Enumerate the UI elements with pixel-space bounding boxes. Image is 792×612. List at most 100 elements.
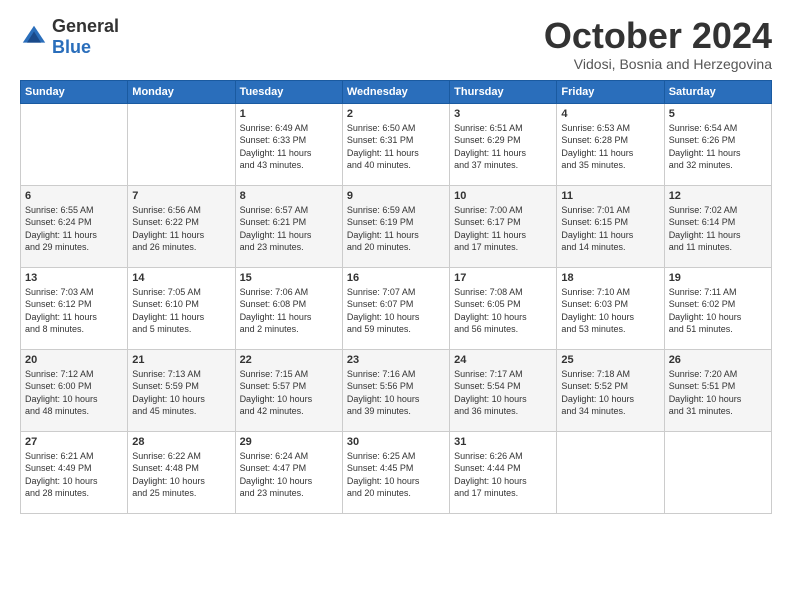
calendar-cell: 27Sunrise: 6:21 AM Sunset: 4:49 PM Dayli… — [21, 431, 128, 513]
day-number: 4 — [561, 108, 659, 120]
calendar-cell — [21, 103, 128, 185]
calendar-cell: 6 Sunrise: 6:55 AM Sunset: 6:24 PM Daylig… — [21, 185, 128, 267]
day-number: 7 — [132, 190, 230, 202]
day-info: Sunrise: 6:25 AM Sunset: 4:45 PM Dayligh… — [347, 450, 445, 500]
day-info: Sunrise: 7:12 AM Sunset: 6:00 PM Dayligh… — [25, 368, 123, 418]
day-info: Sunrise: 7:02 AM Sunset: 6:14 PM Dayligh… — [669, 204, 767, 254]
day-info: Sunrise: 6:59 AM Sunset: 6:19 PM Dayligh… — [347, 204, 445, 254]
day-number: 12 — [669, 190, 767, 202]
day-number: 5 — [669, 108, 767, 120]
calendar-cell: 29Sunrise: 6:24 AM Sunset: 4:47 PM Dayli… — [235, 431, 342, 513]
calendar-cell: 1 Sunrise: 6:49 AM Sunset: 6:33 PM Daylig… — [235, 103, 342, 185]
day-number: 28 — [132, 436, 230, 448]
logo-blue: Blue — [52, 37, 91, 57]
calendar-cell: 13Sunrise: 7:03 AM Sunset: 6:12 PM Dayli… — [21, 267, 128, 349]
day-info: Sunrise: 6:55 AM Sunset: 6:24 PM Dayligh… — [25, 204, 123, 254]
day-number: 26 — [669, 354, 767, 366]
day-number: 6 — [25, 190, 123, 202]
day-info: Sunrise: 7:05 AM Sunset: 6:10 PM Dayligh… — [132, 286, 230, 336]
calendar-cell: 8 Sunrise: 6:57 AM Sunset: 6:21 PM Daylig… — [235, 185, 342, 267]
day-number: 31 — [454, 436, 552, 448]
day-info: Sunrise: 6:49 AM Sunset: 6:33 PM Dayligh… — [240, 122, 338, 172]
day-number: 30 — [347, 436, 445, 448]
day-number: 21 — [132, 354, 230, 366]
day-number: 17 — [454, 272, 552, 284]
calendar-cell: 25Sunrise: 7:18 AM Sunset: 5:52 PM Dayli… — [557, 349, 664, 431]
calendar-cell: 5Sunrise: 6:54 AM Sunset: 6:26 PM Daylig… — [664, 103, 771, 185]
day-info: Sunrise: 7:20 AM Sunset: 5:51 PM Dayligh… — [669, 368, 767, 418]
calendar-cell: 18Sunrise: 7:10 AM Sunset: 6:03 PM Dayli… — [557, 267, 664, 349]
day-number: 13 — [25, 272, 123, 284]
logo-icon — [20, 23, 48, 51]
day-info: Sunrise: 6:56 AM Sunset: 6:22 PM Dayligh… — [132, 204, 230, 254]
col-tuesday: Tuesday — [235, 80, 342, 103]
logo-general: General — [52, 16, 119, 36]
calendar-cell: 3 Sunrise: 6:51 AM Sunset: 6:29 PM Daylig… — [450, 103, 557, 185]
calendar-cell: 16 Sunrise: 7:07 AM Sunset: 6:07 PM Dayli… — [342, 267, 449, 349]
day-number: 16 — [347, 272, 445, 284]
calendar-cell: 4 Sunrise: 6:53 AM Sunset: 6:28 PM Daylig… — [557, 103, 664, 185]
day-info: Sunrise: 6:22 AM Sunset: 4:48 PM Dayligh… — [132, 450, 230, 500]
calendar-cell — [664, 431, 771, 513]
day-info: Sunrise: 6:50 AM Sunset: 6:31 PM Dayligh… — [347, 122, 445, 172]
day-info: Sunrise: 7:15 AM Sunset: 5:57 PM Dayligh… — [240, 368, 338, 418]
day-info: Sunrise: 7:07 AM Sunset: 6:07 PM Dayligh… — [347, 286, 445, 336]
month-title: October 2024 — [544, 16, 772, 56]
calendar-cell: 23Sunrise: 7:16 AM Sunset: 5:56 PM Dayli… — [342, 349, 449, 431]
day-number: 22 — [240, 354, 338, 366]
day-info: Sunrise: 6:53 AM Sunset: 6:28 PM Dayligh… — [561, 122, 659, 172]
calendar-cell: 19 Sunrise: 7:11 AM Sunset: 6:02 PM Dayli… — [664, 267, 771, 349]
calendar-table: Sunday Monday Tuesday Wednesday Thursday… — [20, 80, 772, 514]
week-row-0: 1 Sunrise: 6:49 AM Sunset: 6:33 PM Daylig… — [21, 103, 772, 185]
calendar-cell: 21 Sunrise: 7:13 AM Sunset: 5:59 PM Dayli… — [128, 349, 235, 431]
day-info: Sunrise: 7:00 AM Sunset: 6:17 PM Dayligh… — [454, 204, 552, 254]
page: General Blue October 2024 Vidosi, Bosnia… — [0, 0, 792, 612]
day-number: 14 — [132, 272, 230, 284]
header: General Blue October 2024 Vidosi, Bosnia… — [20, 16, 772, 72]
col-friday: Friday — [557, 80, 664, 103]
calendar-cell: 14 Sunrise: 7:05 AM Sunset: 6:10 PM Dayli… — [128, 267, 235, 349]
day-info: Sunrise: 6:51 AM Sunset: 6:29 PM Dayligh… — [454, 122, 552, 172]
day-info: Sunrise: 6:57 AM Sunset: 6:21 PM Dayligh… — [240, 204, 338, 254]
day-number: 15 — [240, 272, 338, 284]
calendar-cell: 22 Sunrise: 7:15 AM Sunset: 5:57 PM Dayli… — [235, 349, 342, 431]
day-number: 3 — [454, 108, 552, 120]
calendar-cell: 9 Sunrise: 6:59 AM Sunset: 6:19 PM Daylig… — [342, 185, 449, 267]
col-monday: Monday — [128, 80, 235, 103]
week-row-4: 27Sunrise: 6:21 AM Sunset: 4:49 PM Dayli… — [21, 431, 772, 513]
calendar-cell: 30 Sunrise: 6:25 AM Sunset: 4:45 PM Dayli… — [342, 431, 449, 513]
calendar-cell: 28 Sunrise: 6:22 AM Sunset: 4:48 PM Dayli… — [128, 431, 235, 513]
day-number: 9 — [347, 190, 445, 202]
calendar-cell: 2Sunrise: 6:50 AM Sunset: 6:31 PM Daylig… — [342, 103, 449, 185]
day-info: Sunrise: 7:01 AM Sunset: 6:15 PM Dayligh… — [561, 204, 659, 254]
day-number: 8 — [240, 190, 338, 202]
day-info: Sunrise: 6:26 AM Sunset: 4:44 PM Dayligh… — [454, 450, 552, 500]
day-info: Sunrise: 7:06 AM Sunset: 6:08 PM Dayligh… — [240, 286, 338, 336]
title-block: October 2024 Vidosi, Bosnia and Herzegov… — [544, 16, 772, 72]
col-saturday: Saturday — [664, 80, 771, 103]
calendar-cell — [557, 431, 664, 513]
day-info: Sunrise: 7:08 AM Sunset: 6:05 PM Dayligh… — [454, 286, 552, 336]
day-info: Sunrise: 7:11 AM Sunset: 6:02 PM Dayligh… — [669, 286, 767, 336]
col-thursday: Thursday — [450, 80, 557, 103]
logo-text: General Blue — [52, 16, 119, 58]
col-wednesday: Wednesday — [342, 80, 449, 103]
day-info: Sunrise: 7:13 AM Sunset: 5:59 PM Dayligh… — [132, 368, 230, 418]
location-subtitle: Vidosi, Bosnia and Herzegovina — [544, 56, 772, 72]
day-number: 1 — [240, 108, 338, 120]
header-row: Sunday Monday Tuesday Wednesday Thursday… — [21, 80, 772, 103]
day-number: 10 — [454, 190, 552, 202]
week-row-3: 20 Sunrise: 7:12 AM Sunset: 6:00 PM Dayli… — [21, 349, 772, 431]
day-info: Sunrise: 7:17 AM Sunset: 5:54 PM Dayligh… — [454, 368, 552, 418]
week-row-2: 13Sunrise: 7:03 AM Sunset: 6:12 PM Dayli… — [21, 267, 772, 349]
day-number: 25 — [561, 354, 659, 366]
calendar-cell: 11Sunrise: 7:01 AM Sunset: 6:15 PM Dayli… — [557, 185, 664, 267]
day-number: 27 — [25, 436, 123, 448]
day-info: Sunrise: 7:10 AM Sunset: 6:03 PM Dayligh… — [561, 286, 659, 336]
calendar-cell: 31 Sunrise: 6:26 AM Sunset: 4:44 PM Dayli… — [450, 431, 557, 513]
calendar-cell — [128, 103, 235, 185]
calendar-cell: 24Sunrise: 7:17 AM Sunset: 5:54 PM Dayli… — [450, 349, 557, 431]
day-number: 19 — [669, 272, 767, 284]
logo: General Blue — [20, 16, 119, 58]
day-number: 20 — [25, 354, 123, 366]
